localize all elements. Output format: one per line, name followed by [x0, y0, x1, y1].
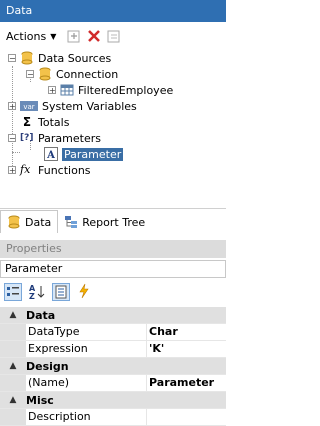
- category-label: Misc: [26, 393, 54, 407]
- tree-item-totals[interactable]: Σ Totals: [20, 114, 70, 130]
- collapse-icon[interactable]: ▲: [0, 395, 26, 405]
- properties-toolbar: AZ: [0, 280, 226, 304]
- database-icon: [20, 51, 34, 65]
- alphabetical-icon[interactable]: AZ: [28, 283, 46, 301]
- category-label: Design: [26, 359, 69, 373]
- tree-item-label: Totals: [38, 115, 70, 129]
- object-selector[interactable]: Parameter: [0, 260, 226, 278]
- svg-text:Z: Z: [29, 292, 35, 301]
- expand-icon[interactable]: +: [48, 86, 56, 95]
- property-pages-icon[interactable]: [52, 283, 70, 301]
- property-row-description[interactable]: Description: [0, 409, 226, 426]
- property-name: (Name): [26, 375, 147, 391]
- tree-item-data-sources[interactable]: − Data Sources: [8, 50, 111, 66]
- svg-text:A: A: [46, 150, 55, 161]
- property-grid: ▲ Data DataType Char Expression 'K' ▲ De…: [0, 307, 226, 426]
- property-value[interactable]: Char: [147, 324, 226, 340]
- tree-item-connection[interactable]: − Connection: [26, 66, 118, 82]
- tree-icon: [64, 215, 78, 229]
- categorized-icon[interactable]: [4, 283, 22, 301]
- collapse-icon[interactable]: −: [26, 70, 34, 79]
- category-design[interactable]: ▲ Design: [0, 358, 226, 375]
- tree-item-functions[interactable]: + fx Functions: [8, 162, 91, 178]
- events-icon[interactable]: [76, 283, 94, 301]
- category-label: Data: [26, 308, 56, 322]
- tab-label: Report Tree: [82, 215, 146, 229]
- actions-menu[interactable]: Actions: [6, 30, 46, 43]
- property-row-expression[interactable]: Expression 'K': [0, 341, 226, 358]
- category-misc[interactable]: ▲ Misc: [0, 392, 226, 409]
- tab-label: Data: [25, 215, 52, 229]
- tree-item-label: Connection: [56, 67, 119, 81]
- collapse-icon[interactable]: ▲: [0, 361, 26, 371]
- new-item-icon[interactable]: [66, 28, 82, 44]
- tree-item-parameters[interactable]: − [?] Parameters: [8, 130, 101, 146]
- collapse-icon[interactable]: −: [8, 134, 16, 143]
- panel-title: Data: [0, 0, 226, 22]
- property-name: Description: [26, 409, 147, 425]
- category-data[interactable]: ▲ Data: [0, 307, 226, 324]
- properties-header: Properties: [0, 240, 226, 258]
- text-parameter-icon: A: [44, 147, 58, 161]
- property-row-datatype[interactable]: DataType Char: [0, 324, 226, 341]
- tree-item-parameter[interactable]: A Parameter: [44, 146, 124, 162]
- tree-item-filteredemployee[interactable]: + FilteredEmployee: [48, 82, 173, 98]
- property-value[interactable]: Parameter: [147, 375, 226, 391]
- variable-icon: var: [20, 99, 38, 113]
- panel-tabs: Data Report Tree: [0, 208, 226, 233]
- property-name: Expression: [26, 341, 147, 357]
- tab-report-tree[interactable]: Report Tree: [58, 211, 151, 233]
- function-icon: fx: [20, 163, 31, 176]
- database-connection-icon: [38, 67, 52, 81]
- tree-item-label: System Variables: [42, 99, 137, 113]
- svg-text:var: var: [23, 103, 34, 111]
- parameters-icon: [?]: [20, 133, 34, 143]
- expand-icon[interactable]: +: [8, 166, 16, 175]
- property-name: DataType: [26, 324, 147, 340]
- property-value[interactable]: 'K': [147, 341, 226, 357]
- property-value[interactable]: [147, 409, 226, 425]
- collapse-icon[interactable]: −: [8, 54, 16, 63]
- chevron-down-icon[interactable]: ▼: [50, 32, 56, 41]
- collapse-icon[interactable]: ▲: [0, 310, 26, 320]
- table-icon: [60, 83, 74, 97]
- database-icon: [7, 215, 21, 229]
- delete-icon[interactable]: [86, 28, 102, 44]
- property-row-name[interactable]: (Name) Parameter: [0, 375, 226, 392]
- edit-icon[interactable]: [106, 28, 122, 44]
- tree-item-label: FilteredEmployee: [78, 83, 174, 97]
- tree-item-system-variables[interactable]: + var System Variables: [8, 98, 137, 114]
- tree-item-label: Data Sources: [38, 51, 112, 65]
- tree-item-label: Parameter: [62, 147, 124, 161]
- sigma-icon: Σ: [22, 115, 32, 129]
- data-toolbar: Actions ▼: [0, 24, 226, 48]
- data-tree: − Data Sources − Connection + FilteredEm…: [0, 50, 226, 200]
- tab-data[interactable]: Data: [0, 210, 59, 233]
- expand-icon[interactable]: +: [8, 102, 16, 111]
- tree-item-label: Functions: [38, 163, 91, 177]
- tree-item-label: Parameters: [38, 131, 101, 145]
